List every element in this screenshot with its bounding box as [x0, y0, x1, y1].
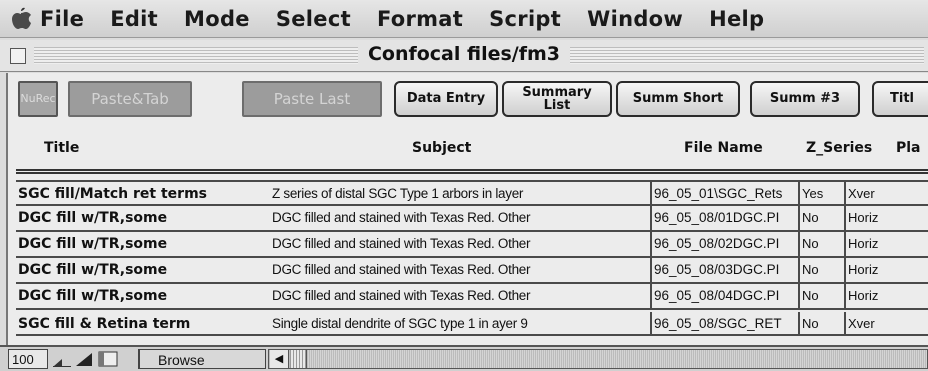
column-header-subject[interactable]: Subject [412, 140, 471, 156]
summ-short-button[interactable]: Summ Short [616, 81, 740, 117]
cell-subject[interactable]: Single distal dendrite of SGC type 1 in … [272, 312, 646, 336]
cell-z-series[interactable]: Yes [798, 182, 844, 206]
cell-title[interactable]: DGC fill w/TR,some [18, 284, 268, 308]
paste-tab-button[interactable]: Paste&Tab [68, 81, 192, 117]
scroll-left-arrow-icon[interactable]: ◀ [270, 350, 289, 368]
cell-subject[interactable]: DGC filled and stained with Texas Red. O… [272, 258, 646, 282]
cell-plane[interactable]: Xver [844, 312, 928, 336]
menu-select[interactable]: Select [276, 7, 351, 31]
status-area-toggle-icon[interactable] [98, 350, 118, 368]
paste-last-button[interactable]: Paste Last [242, 81, 382, 117]
table-row[interactable]: DGC fill w/TR,some DGC filled and staine… [16, 232, 928, 258]
menu-edit[interactable]: Edit [110, 7, 158, 31]
scroll-thumb[interactable] [290, 350, 307, 368]
cell-title[interactable]: SGC fill & Retina term [18, 312, 268, 336]
nurec-button[interactable]: NuRec [18, 81, 58, 117]
cell-file-name[interactable]: 96_05_01\SGC_Rets [650, 182, 798, 206]
table-row[interactable]: SGC fill & Retina term Single distal den… [16, 310, 928, 336]
cell-title[interactable]: DGC fill w/TR,some [18, 258, 268, 282]
cell-subject[interactable]: DGC filled and stained with Texas Red. O… [272, 284, 646, 308]
cell-title[interactable]: DGC fill w/TR,some [18, 232, 268, 256]
menu-script[interactable]: Script [489, 7, 561, 31]
cell-file-name[interactable]: 96_05_08/03DGC.PI [650, 258, 798, 282]
window-title: Confocal files/fm3 [357, 43, 571, 65]
horizontal-scrollbar[interactable] [268, 349, 928, 369]
menu-window[interactable]: Window [587, 7, 683, 31]
cell-title[interactable]: SGC fill/Match ret terms [18, 182, 268, 206]
cell-title[interactable]: DGC fill w/TR,some [18, 206, 268, 230]
data-entry-button[interactable]: Data Entry [394, 81, 498, 117]
menubar: File Edit Mode Select Format Script Wind… [0, 0, 928, 38]
cell-subject[interactable]: Z series of distal SGC Type 1 arbors in … [272, 182, 646, 206]
button-bar: NuRec Paste&Tab Paste Last Data Entry Su… [8, 73, 928, 125]
status-bar: 100 Browse ◀ [0, 345, 928, 371]
mode-popup[interactable]: Browse [138, 349, 266, 369]
menu-help[interactable]: Help [709, 7, 764, 31]
column-header-z-series[interactable]: Z_Series [806, 140, 872, 156]
cell-z-series[interactable]: No [798, 258, 844, 282]
summary-list-button[interactable]: Summary List [502, 81, 612, 117]
window-titlebar[interactable]: Confocal files/fm3 [0, 40, 928, 72]
cell-subject[interactable]: DGC filled and stained with Texas Red. O… [272, 206, 646, 230]
column-header-file-name[interactable]: File Name [684, 140, 763, 156]
cell-z-series[interactable]: No [798, 284, 844, 308]
summ-3-button[interactable]: Summ #3 [750, 81, 860, 117]
cell-plane[interactable]: Horiz [844, 284, 928, 308]
cell-plane[interactable]: Horiz [844, 258, 928, 282]
records-table: SGC fill/Match ret terms Z series of dis… [16, 180, 928, 345]
cell-file-name[interactable]: 96_05_08/04DGC.PI [650, 284, 798, 308]
table-row[interactable]: DGC fill w/TR,some DGC filled and staine… [16, 284, 928, 310]
cell-file-name[interactable]: 96_05_08/SGC_RET [650, 312, 798, 336]
summary-list-line2: List [543, 98, 571, 113]
table-row[interactable]: DGC fill w/TR,some DGC filled and staine… [16, 258, 928, 284]
cell-z-series[interactable]: No [798, 232, 844, 256]
apple-logo-icon[interactable] [10, 6, 32, 32]
column-headers: Title Subject File Name Z_Series Pla [8, 133, 928, 163]
menu-format[interactable]: Format [377, 7, 463, 31]
cell-plane[interactable]: Xver [844, 182, 928, 206]
zoom-level[interactable]: 100 [8, 349, 48, 369]
menu-mode[interactable]: Mode [184, 7, 250, 31]
column-header-plane[interactable]: Pla [896, 140, 921, 156]
header-divider [16, 169, 928, 174]
cell-z-series[interactable]: No [798, 206, 844, 230]
title-button-partial[interactable]: Titl [872, 81, 928, 117]
cell-plane[interactable]: Horiz [844, 232, 928, 256]
layout-content: NuRec Paste&Tab Paste Last Data Entry Su… [6, 73, 928, 345]
menu-file[interactable]: File [40, 7, 84, 31]
table-row[interactable]: DGC fill w/TR,some DGC filled and staine… [16, 206, 928, 232]
cell-z-series[interactable]: No [798, 312, 844, 336]
table-row[interactable]: SGC fill/Match ret terms Z series of dis… [16, 180, 928, 206]
zoom-out-icon[interactable] [52, 350, 72, 368]
cell-file-name[interactable]: 96_05_08/02DGC.PI [650, 232, 798, 256]
zoom-in-icon[interactable] [74, 350, 94, 368]
cell-subject[interactable]: DGC filled and stained with Texas Red. O… [272, 232, 646, 256]
window-title-wrap: Confocal files/fm3 [0, 43, 928, 65]
cell-plane[interactable]: Horiz [844, 206, 928, 230]
cell-file-name[interactable]: 96_05_08/01DGC.PI [650, 206, 798, 230]
column-header-title[interactable]: Title [44, 140, 79, 156]
